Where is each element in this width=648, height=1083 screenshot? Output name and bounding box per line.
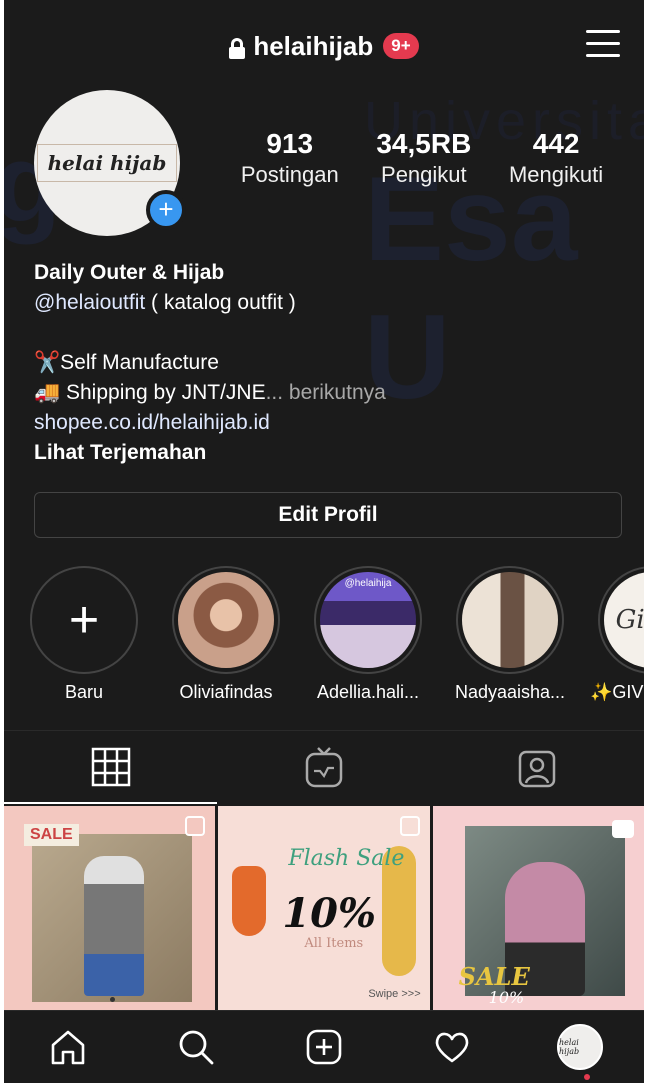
scissors-icon: ✂️ xyxy=(34,351,61,374)
tagged-person-icon xyxy=(519,750,556,787)
story-highlights: + Baru Oliviafindas @helaihija Adellia.h… xyxy=(4,566,644,716)
stat-label: Postingan xyxy=(240,162,339,187)
nav-profile[interactable]: helai hijab xyxy=(548,1015,612,1079)
highlight-item[interactable]: @helaihija Adellia.hali... xyxy=(306,566,430,703)
stat-following[interactable]: 442 Mengikuti xyxy=(509,128,603,188)
video-icon xyxy=(611,820,634,838)
truck-icon: 🚚 xyxy=(34,381,61,404)
highlight-thumbnail xyxy=(462,572,558,668)
highlight-thumbnail: Gi An xyxy=(604,572,644,668)
bio-line-text: Shipping by JNT/JNE xyxy=(60,381,266,404)
instagram-profile-screen: Universitas Esa U gul helaihijab 9+ hela… xyxy=(4,0,644,1083)
bio-spacer xyxy=(34,318,624,348)
highlight-item[interactable]: Gi An ✨GIV xyxy=(590,566,644,703)
menu-icon[interactable] xyxy=(586,30,620,58)
profile-indicator-dot xyxy=(584,1074,590,1080)
stat-value: 34,5RB xyxy=(376,128,472,159)
highlight-item[interactable]: Nadyaaisha... xyxy=(448,566,572,703)
post-thumbnail[interactable]: SALE 10% xyxy=(432,806,644,1010)
bio-more-link[interactable]: ... berikutnya xyxy=(266,381,386,404)
username: helaihijab xyxy=(253,30,374,61)
highlight-label: ✨GIV xyxy=(590,682,644,702)
highlight-thumbnail: @helaihija xyxy=(320,572,416,668)
bio-mention-link[interactable]: @helaioutfit xyxy=(34,291,145,314)
carrot-illustration xyxy=(232,866,267,936)
post-model-figure xyxy=(84,856,144,996)
swipe-text: Swipe >>> xyxy=(368,988,421,1000)
stat-posts[interactable]: 913 Postingan xyxy=(241,128,339,188)
search-icon xyxy=(179,1030,214,1065)
profile-header: helaihijab 9+ xyxy=(4,8,644,84)
stat-value: 913 xyxy=(266,128,314,159)
carousel-dot xyxy=(109,997,115,1002)
bio-line: ✂️Self Manufacture xyxy=(34,348,624,378)
highlight-label: Baru xyxy=(64,682,104,702)
tab-tagged[interactable] xyxy=(431,731,644,804)
see-translation-link[interactable]: Lihat Terjemahan xyxy=(34,438,624,468)
profile-tabs xyxy=(4,730,644,804)
all-items-text: All Items xyxy=(304,936,364,951)
stat-value: 442 xyxy=(532,128,580,159)
nav-new-post[interactable] xyxy=(292,1015,356,1079)
carousel-icon xyxy=(399,816,420,836)
nav-search[interactable] xyxy=(164,1015,228,1079)
posts-grid: SALE Flash Sale 10% All Items Swipe >>> … xyxy=(4,806,644,1010)
account-switcher[interactable]: helaihijab 9+ xyxy=(229,30,419,62)
home-icon xyxy=(51,1030,85,1065)
bio-name: Daily Outer & Hijab xyxy=(34,261,225,284)
highlight-label: Adellia.hali... xyxy=(316,682,420,702)
bio-mention-suffix: ( katalog outfit ) xyxy=(145,291,296,314)
screen-left-border xyxy=(0,0,4,1083)
highlight-new[interactable]: + Baru xyxy=(22,566,146,703)
highlight-label: Nadyaaisha... xyxy=(454,682,566,702)
nav-home[interactable] xyxy=(36,1015,100,1079)
tab-grid[interactable] xyxy=(4,731,218,804)
avatar-logo-text: helai hijab xyxy=(36,144,178,182)
sale-tag: SALE xyxy=(24,824,79,846)
profile-avatar-small: helai hijab xyxy=(557,1024,603,1070)
heart-icon xyxy=(435,1032,469,1063)
lock-icon xyxy=(229,38,246,59)
sale-text: SALE xyxy=(458,962,530,991)
plus-icon: + xyxy=(68,591,100,649)
discount-value: 10% xyxy=(282,890,376,937)
stat-label: Mengikuti xyxy=(508,162,604,187)
edit-profile-button[interactable]: Edit Profil xyxy=(34,492,622,538)
screen-right-border xyxy=(644,0,648,1083)
bio-mention-line: @helaioutfit ( katalog outfit ) xyxy=(34,288,624,318)
grid-icon xyxy=(91,747,130,786)
plus-square-icon xyxy=(306,1029,342,1065)
bio-line: 🚚 Shipping by JNT/JNE... berikutnya xyxy=(34,378,624,408)
highlight-label: Oliviafindas xyxy=(179,682,273,702)
bio-website-link[interactable]: shopee.co.id/helaihijab.id xyxy=(34,408,624,438)
highlight-item[interactable]: Oliviafindas xyxy=(164,566,288,703)
post-thumbnail[interactable]: Flash Sale 10% All Items Swipe >>> xyxy=(218,806,430,1010)
bio-line-text: Self Manufacture xyxy=(60,351,219,374)
notification-badge: 9+ xyxy=(383,33,419,59)
profile-stats: 913 Postingan 34,5RB Pengikut 442 Mengik… xyxy=(222,128,622,188)
stat-followers[interactable]: 34,5RB Pengikut xyxy=(376,128,471,188)
stat-label: Pengikut xyxy=(381,162,467,187)
post-thumbnail[interactable]: SALE xyxy=(4,806,216,1010)
flash-sale-title: Flash Sale xyxy=(288,846,405,871)
nav-activity[interactable] xyxy=(420,1015,484,1079)
profile-bio: Daily Outer & Hijab @helaioutfit ( katal… xyxy=(34,258,624,468)
carousel-icon xyxy=(185,816,206,836)
highlight-thumbnail xyxy=(178,572,274,668)
discount-value: 10% xyxy=(488,988,525,1007)
add-story-plus-icon[interactable]: + xyxy=(146,190,186,230)
tab-igtv[interactable] xyxy=(217,731,430,804)
bottom-navigation: helai hijab xyxy=(4,1010,644,1083)
igtv-icon xyxy=(305,746,343,787)
